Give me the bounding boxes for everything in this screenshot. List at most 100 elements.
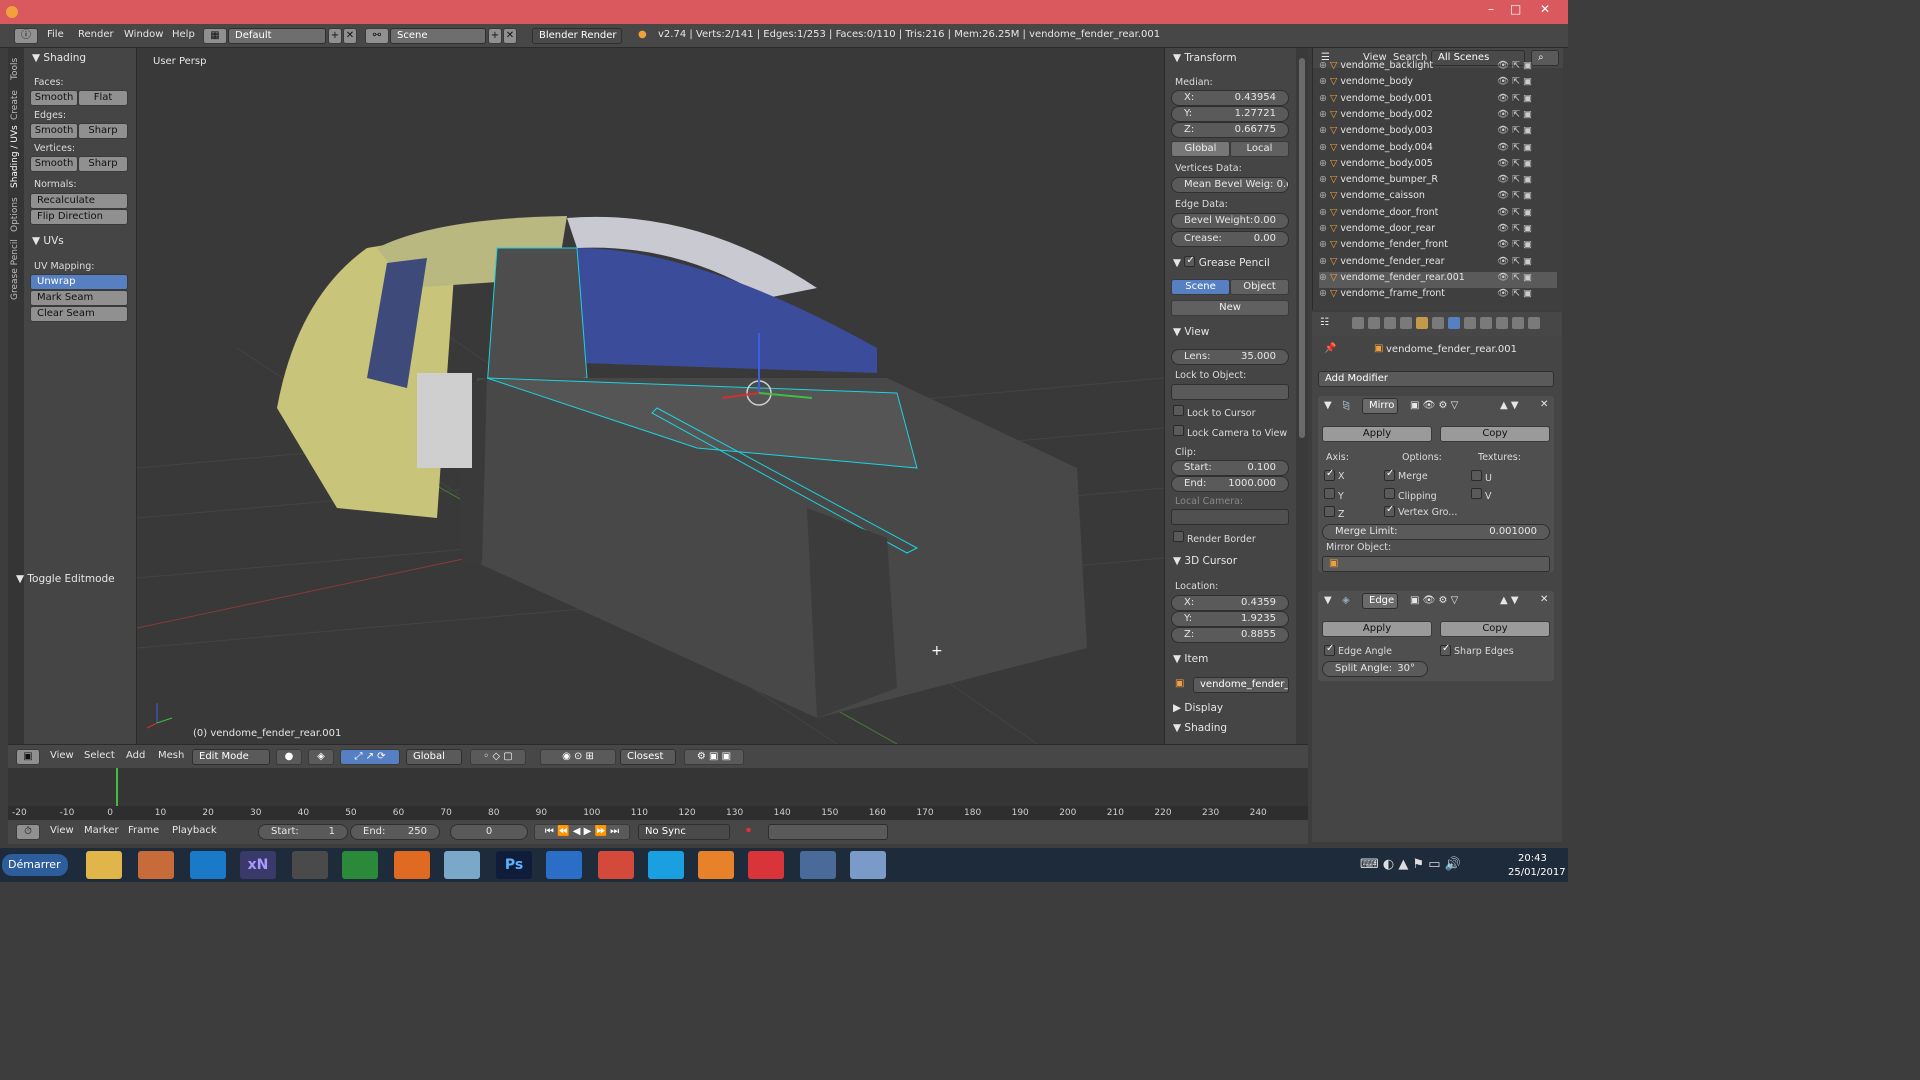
modifiers-tab-icon[interactable] xyxy=(1448,317,1460,329)
restrict-icons[interactable]: 👁 ⇱ ▣ xyxy=(1497,288,1532,299)
expand-icon[interactable]: ⊕ xyxy=(1319,125,1330,136)
edge-move-icons[interactable]: ▲ ▼ xyxy=(1500,595,1519,606)
vertex-groups-checkbox[interactable] xyxy=(1384,506,1395,517)
add-modifier-dropdown[interactable]: Add Modifier xyxy=(1318,371,1554,387)
expand-icon[interactable]: ⊕ xyxy=(1319,239,1330,250)
mirror-copy-button[interactable]: Copy xyxy=(1440,426,1550,442)
axis-x-checkbox[interactable] xyxy=(1324,470,1335,481)
render-layer-icons[interactable]: ⚙ ▣ ▣ xyxy=(684,749,744,765)
restrict-icons[interactable]: 👁 ⇱ ▣ xyxy=(1497,109,1532,120)
render-engine-dropdown[interactable]: Blender Render xyxy=(532,28,622,44)
vp-menu-add[interactable]: Add xyxy=(126,750,145,761)
tab-create[interactable]: Create xyxy=(10,90,20,120)
axis-y-checkbox[interactable] xyxy=(1324,488,1335,499)
app-icon-5[interactable] xyxy=(292,851,328,879)
view-panel-header[interactable]: ▼ View xyxy=(1173,326,1209,338)
app-icon-15[interactable] xyxy=(800,851,836,879)
viewport-editor-icon[interactable]: ▣ xyxy=(16,749,40,765)
app-icon-6[interactable] xyxy=(342,851,378,879)
clipping-checkbox[interactable] xyxy=(1384,488,1395,499)
expand-icon[interactable]: ⊕ xyxy=(1319,223,1330,234)
tab-tools[interactable]: Tools xyxy=(10,58,20,80)
dropbox-icon[interactable] xyxy=(190,851,226,879)
clipping-option[interactable]: Clipping xyxy=(1384,488,1437,502)
menu-file[interactable]: File xyxy=(47,29,64,40)
restrict-icons[interactable]: 👁 ⇱ ▣ xyxy=(1497,76,1532,87)
merge-checkbox[interactable] xyxy=(1384,470,1395,481)
outliner-row[interactable]: ⊕ ▽ vendome_frame_front 👁 ⇱ ▣ xyxy=(1319,288,1557,304)
sync-dropdown[interactable]: No Sync xyxy=(638,824,730,840)
median-y-field[interactable]: Y: 1.27721 xyxy=(1171,106,1289,122)
maximize-button[interactable]: □ xyxy=(1510,2,1521,16)
outliner-row[interactable]: ⊕ ▽ vendome_body.003 👁 ⇱ ▣ xyxy=(1319,125,1557,141)
tab-shading-uvs[interactable]: Shading / UVs xyxy=(10,125,20,188)
restrict-icons[interactable]: 👁 ⇱ ▣ xyxy=(1497,93,1532,104)
edge-apply-button[interactable]: Apply xyxy=(1322,621,1432,637)
texture-v-checkbox[interactable] xyxy=(1471,488,1482,499)
particles-tab-icon[interactable] xyxy=(1512,317,1524,329)
grease-pencil-checkbox[interactable] xyxy=(1184,256,1196,267)
expand-icon[interactable]: ⊕ xyxy=(1319,158,1330,169)
edge-remove-icon[interactable]: ✕ xyxy=(1540,594,1548,605)
viewport-scene[interactable]: + xyxy=(137,48,1164,744)
lock-camera-checkbox[interactable] xyxy=(1173,425,1184,436)
vp-menu-mesh[interactable]: Mesh xyxy=(158,750,184,761)
restrict-icons[interactable]: 👁 ⇱ ▣ xyxy=(1497,142,1532,153)
pin-icon[interactable]: 📌 xyxy=(1324,343,1336,354)
menu-help[interactable]: Help xyxy=(172,29,195,40)
mean-bevel-field[interactable]: Mean Bevel Weig: 0.00 xyxy=(1171,177,1289,193)
expand-icon[interactable]: ⊕ xyxy=(1319,109,1330,120)
firefox-icon[interactable] xyxy=(394,851,430,879)
playback-controls[interactable]: ⏮ ⏪ ◀ ▶ ⏩ ⏭ xyxy=(534,824,630,840)
clip-end-field[interactable]: End: 1000.000 xyxy=(1171,476,1289,492)
physics-tab-icon[interactable] xyxy=(1528,317,1540,329)
close-button[interactable]: ✕ xyxy=(1540,2,1550,16)
3d-cursor-header[interactable]: ▼ 3D Cursor xyxy=(1173,555,1237,567)
timeline[interactable]: -20 -10 0 10 20 30 40 50 60 70 80 90 100 110 120 130 140… xyxy=(8,768,1308,820)
cursor-x-field[interactable]: X: 0.4359 xyxy=(1171,595,1289,611)
texture-u-checkbox[interactable] xyxy=(1471,470,1482,481)
unwrap-dropdown[interactable]: Unwrap xyxy=(30,274,128,290)
clip-start-field[interactable]: Start: 0.100 xyxy=(1171,460,1289,476)
restrict-icons[interactable]: 👁 ⇱ ▣ xyxy=(1497,125,1532,136)
timeline-editor-icon[interactable]: ⏱ xyxy=(16,824,40,840)
median-z-field[interactable]: Z: 0.66775 xyxy=(1171,122,1289,138)
photoshop-icon[interactable]: Ps xyxy=(496,851,532,879)
expand-icon[interactable]: ⊕ xyxy=(1319,207,1330,218)
3d-viewport[interactable]: + User Persp (0) vendome_fender_rear.001 xyxy=(137,48,1164,744)
props-editor-icon[interactable]: ☷ xyxy=(1320,317,1329,328)
mirror-move-icons[interactable]: ▲ ▼ xyxy=(1500,400,1519,411)
texture-v-option[interactable]: V xyxy=(1471,488,1492,502)
median-x-field[interactable]: X: 0.43954 xyxy=(1171,90,1289,106)
shading-panel-header[interactable]: ▼ Shading xyxy=(32,52,86,64)
outliner-row[interactable]: ⊕ ▽ vendome_bumper_R 👁 ⇱ ▣ xyxy=(1319,174,1557,190)
pivot-icon[interactable]: ◈ xyxy=(308,749,334,765)
expand-icon[interactable]: ⊕ xyxy=(1319,288,1330,299)
current-frame-marker[interactable] xyxy=(116,768,118,808)
axis-y-option[interactable]: Y xyxy=(1324,488,1344,502)
manipulator-icons[interactable]: ⤢ ↗ ⟳ xyxy=(340,749,400,765)
flip-direction-button[interactable]: Flip Direction xyxy=(30,209,128,225)
outliner-row[interactable]: ⊕ ▽ vendome_fender_rear 👁 ⇱ ▣ xyxy=(1319,256,1557,272)
uvs-panel-header[interactable]: ▼ UVs xyxy=(32,235,64,247)
record-icon[interactable]: ⏺ xyxy=(746,825,751,836)
mark-seam-button[interactable]: Mark Seam xyxy=(30,290,128,306)
outliner-row[interactable]: ⊕ ▽ vendome_body.004 👁 ⇱ ▣ xyxy=(1319,142,1557,158)
edge-angle-checkbox[interactable] xyxy=(1324,645,1335,656)
skype-icon[interactable] xyxy=(648,851,684,879)
layers-tab-icon[interactable] xyxy=(1368,317,1380,329)
outliner-row[interactable]: ⊕ ▽ vendome_fender_rear.001 👁 ⇱ ▣ xyxy=(1319,271,1557,288)
toggle-editmode-header[interactable]: ▼ Toggle Editmode xyxy=(16,573,115,585)
faces-flat-button[interactable]: Flat xyxy=(78,90,128,106)
sharp-edges-checkbox[interactable] xyxy=(1440,645,1451,656)
vp-menu-select[interactable]: Select xyxy=(84,750,115,761)
viewport-shading-icon[interactable]: ● xyxy=(276,749,302,765)
restrict-icons[interactable]: 👁 ⇱ ▣ xyxy=(1497,272,1532,283)
xnview-icon[interactable]: xN xyxy=(240,851,276,879)
restrict-icons[interactable]: 👁 ⇱ ▣ xyxy=(1497,60,1532,71)
local-toggle[interactable]: Local xyxy=(1230,141,1289,157)
proportional-edit-icons[interactable]: ◉ ⊙ ⊞ xyxy=(540,749,616,765)
merge-option[interactable]: Merge xyxy=(1384,470,1428,482)
material-tab-icon[interactable] xyxy=(1480,317,1492,329)
transform-panel-header[interactable]: ▼ Transform xyxy=(1173,52,1237,64)
